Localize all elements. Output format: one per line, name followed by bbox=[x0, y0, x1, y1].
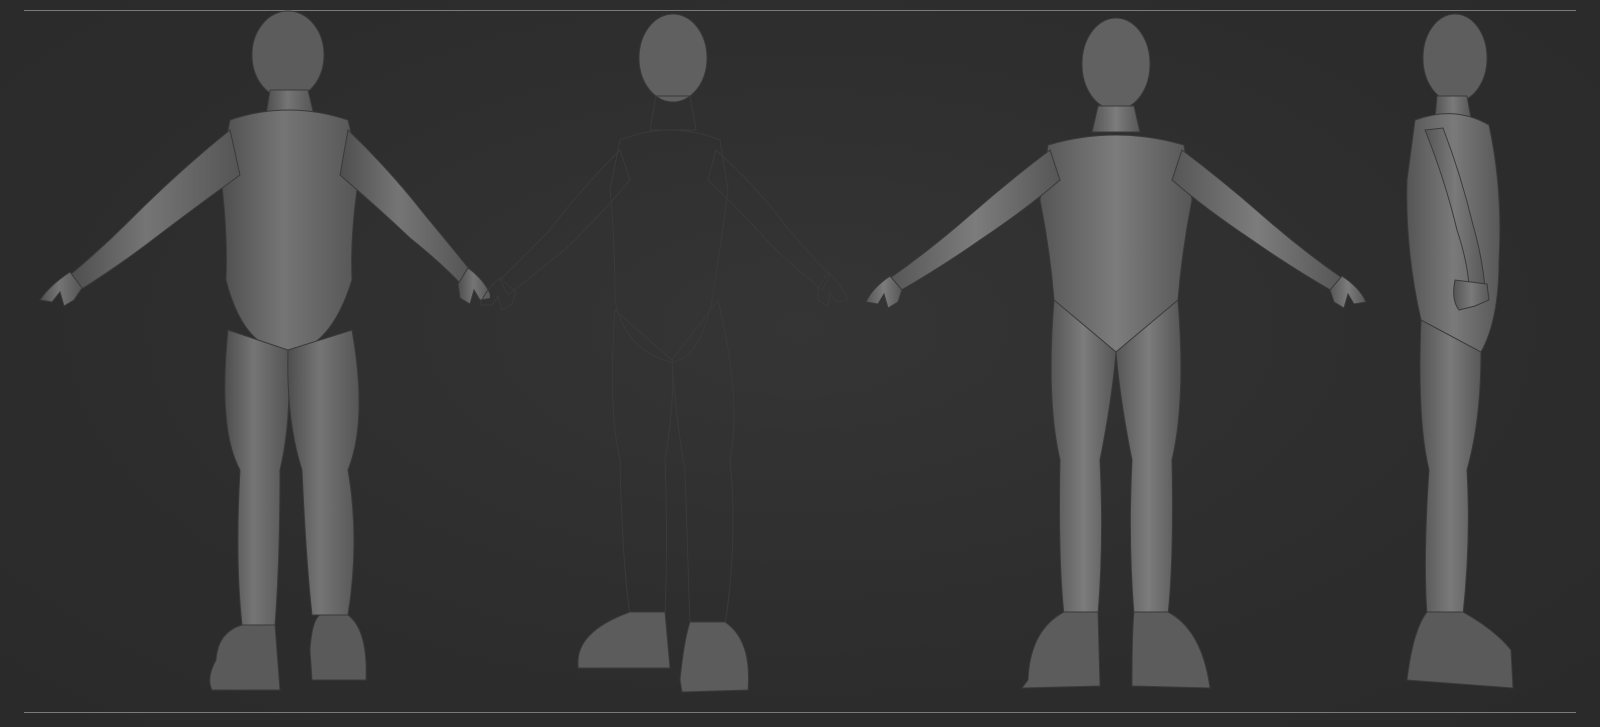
side-view-figure-icon bbox=[1385, 0, 1535, 727]
turnaround-canvas bbox=[0, 0, 1600, 727]
back-view-figure-icon bbox=[30, 0, 490, 727]
front-view-figure-icon bbox=[860, 0, 1380, 727]
three-quarter-view-figure-icon bbox=[480, 0, 880, 727]
